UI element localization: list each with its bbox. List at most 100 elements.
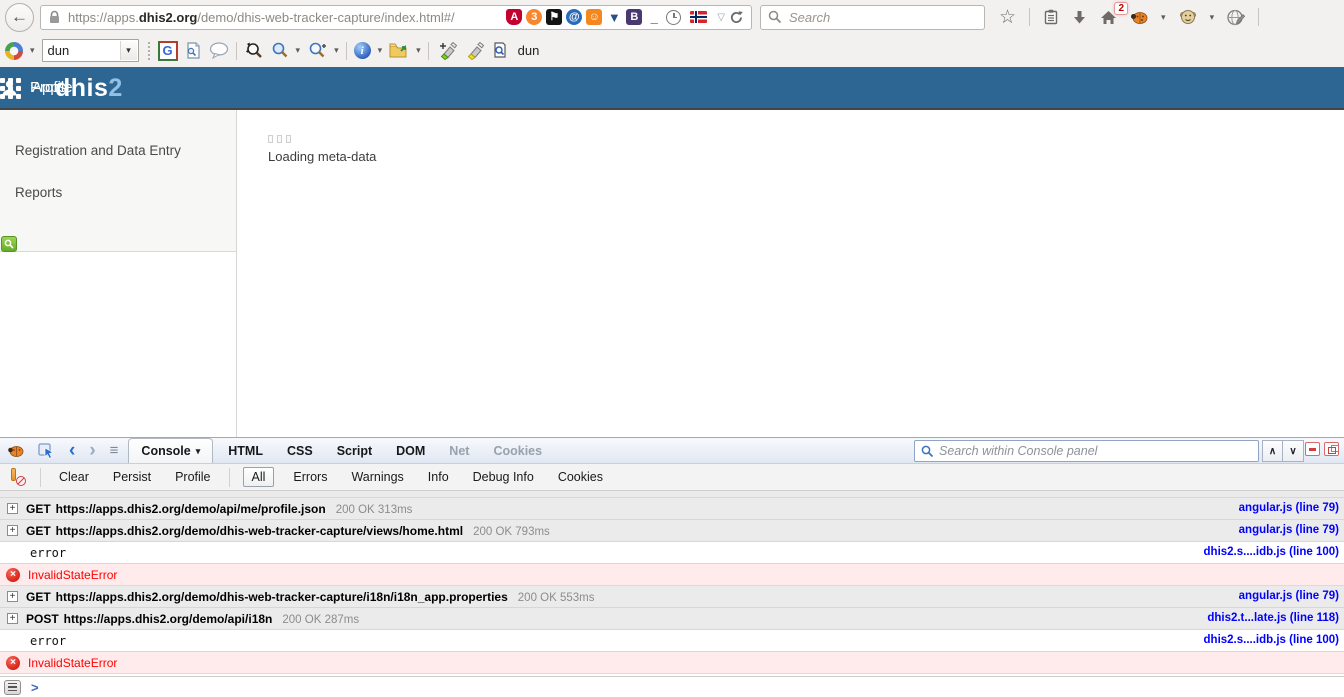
downloads-icon[interactable]	[1072, 10, 1087, 25]
page-search-icon[interactable]	[184, 42, 202, 59]
firebug-tab[interactable]: Console▾	[128, 438, 213, 463]
custom-search-icon[interactable]	[492, 42, 508, 59]
panel-list-icon[interactable]: ≡	[103, 438, 126, 463]
console-action-button[interactable]: Profile	[163, 470, 222, 484]
console-search-input[interactable]	[939, 444, 1252, 458]
firebug-icon[interactable]	[1130, 10, 1148, 24]
google-toolbar-icon[interactable]	[5, 42, 23, 60]
norway-flag-icon[interactable]	[690, 11, 707, 23]
source-link[interactable]: dhis2.s....idb.js (line 100)	[1204, 634, 1339, 646]
search-next-button[interactable]: ∨	[1283, 440, 1304, 462]
expand-icon[interactable]: +	[7, 503, 18, 514]
console-filter-button[interactable]: All	[243, 467, 275, 487]
highlighter-yellow-icon[interactable]	[465, 41, 485, 61]
clock-icon[interactable]	[666, 10, 681, 25]
firebug-tab[interactable]: HTML	[216, 438, 275, 463]
firebug-tab[interactable]: Net	[437, 438, 481, 463]
source-link[interactable]: angular.js (line 79)	[1239, 502, 1339, 514]
console-filter-button[interactable]: Errors	[281, 470, 339, 484]
break-on-errors-icon[interactable]	[8, 468, 26, 486]
console-filter-button[interactable]: Debug Info	[461, 470, 546, 484]
command-editor-icon[interactable]	[4, 680, 21, 695]
firebug-tab[interactable]: Cookies	[481, 438, 554, 463]
minimize-firebug-button[interactable]	[1305, 442, 1320, 456]
folder-arrow-icon[interactable]	[389, 42, 409, 59]
search-input[interactable]	[789, 10, 977, 25]
flag-icon[interactable]: ⚑	[546, 9, 562, 25]
find-dropdown-icon[interactable]: ▾	[296, 45, 301, 56]
console-row[interactable]: × InvalidStateError	[0, 564, 1344, 586]
toolbar-search-combo[interactable]: ▾	[42, 39, 139, 62]
bookmark-star-icon[interactable]: ☆	[999, 8, 1016, 27]
zoom-icon[interactable]	[307, 42, 327, 60]
console-search[interactable]	[914, 440, 1259, 462]
source-link[interactable]: angular.js (line 79)	[1239, 524, 1339, 536]
info-icon[interactable]: i	[354, 42, 371, 59]
page-edit-globe-icon[interactable]	[1227, 9, 1245, 26]
info-dropdown-icon[interactable]: ▾	[378, 45, 383, 56]
console-action-button[interactable]: Clear	[47, 470, 101, 484]
console-row[interactable]: error dhis2.s....idb.js (line 100)	[0, 630, 1344, 652]
sidebar-item[interactable]: Registration and Data Entry	[15, 143, 236, 158]
sidebar-item[interactable]: Reports	[15, 185, 236, 200]
console-row[interactable]: + POSThttps://apps.dhis2.org/demo/api/i1…	[0, 608, 1344, 630]
console-row[interactable]: error dhis2.s....idb.js (line 100)	[0, 542, 1344, 564]
inspect-icon[interactable]	[31, 438, 62, 463]
firebug-menu-icon[interactable]	[0, 438, 31, 463]
source-link[interactable]: angular.js (line 79)	[1239, 590, 1339, 602]
back-button[interactable]: ←	[5, 3, 34, 32]
comment-bubble-icon[interactable]	[209, 42, 229, 59]
firebug-tab[interactable]: Script	[325, 438, 384, 463]
combo-dropdown-icon[interactable]: ▾	[120, 41, 137, 60]
jquery-icon[interactable]: @	[566, 9, 582, 25]
bootstrap-icon[interactable]: B	[626, 9, 642, 25]
console-filter-button[interactable]: Cookies	[546, 470, 615, 484]
find-icon[interactable]	[271, 42, 289, 60]
firebug-dropdown-icon[interactable]: ▾	[1161, 12, 1166, 23]
console-action-button[interactable]: Persist	[101, 470, 163, 484]
menu-button[interactable]	[1272, 10, 1292, 25]
bookmarks-menu-icon[interactable]	[1043, 9, 1059, 25]
home-button[interactable]: 2	[1100, 10, 1117, 25]
quick-search-button[interactable]	[1, 236, 17, 252]
expand-icon[interactable]: +	[7, 525, 18, 536]
history-forward-icon[interactable]: ›	[82, 438, 102, 463]
expand-icon[interactable]: +	[7, 591, 18, 602]
firebug-tab[interactable]: DOM	[384, 438, 437, 463]
history-back-icon[interactable]: ‹	[62, 438, 82, 463]
highlight-all-icon[interactable]	[244, 42, 264, 60]
source-link[interactable]: dhis2.t...late.js (line 118)	[1207, 612, 1339, 624]
greasemonkey-icon[interactable]	[1179, 9, 1197, 25]
zoom-dropdown-icon[interactable]: ▾	[334, 45, 339, 56]
firebug-tab[interactable]: CSS	[275, 438, 325, 463]
google-search-icon[interactable]: G	[159, 42, 177, 60]
expand-icon[interactable]: +	[7, 613, 18, 624]
console-filter-button[interactable]: Warnings	[339, 470, 415, 484]
d3-icon[interactable]: 3	[526, 9, 542, 25]
console-filter-button[interactable]: Info	[416, 470, 461, 484]
console-row[interactable]: + GEThttps://apps.dhis2.org/demo/api/me/…	[0, 498, 1344, 520]
greasemonkey-dropdown-icon[interactable]: ▾	[1210, 12, 1215, 23]
toolbar-search-input[interactable]	[48, 43, 120, 58]
reload-icon[interactable]	[729, 10, 744, 25]
console-row[interactable]: × InvalidStateError	[0, 652, 1344, 674]
search-prev-button[interactable]: ∧	[1262, 440, 1283, 462]
chrome-buttons: ☆ 2 ▾ ▾	[999, 8, 1292, 27]
console-row[interactable]: + GEThttps://apps.dhis2.org/demo/dhis-we…	[0, 520, 1344, 542]
underscore-icon[interactable]: _	[646, 9, 662, 25]
error-text: InvalidStateError	[28, 568, 117, 582]
detach-firebug-button[interactable]	[1324, 442, 1339, 456]
command-input[interactable]	[45, 680, 1344, 694]
smiley-icon[interactable]: ☺	[586, 9, 602, 25]
urlbar-dropdown-icon[interactable]: ▽	[717, 12, 725, 23]
browser-search[interactable]	[760, 5, 985, 30]
highlighter-green-icon[interactable]	[436, 41, 458, 61]
console-row[interactable]: + GEThttps://apps.dhis2.org/demo/dhis-we…	[0, 586, 1344, 608]
toolbar-dropdown-icon[interactable]: ▾	[30, 45, 35, 56]
angular-icon[interactable]: A	[506, 9, 522, 25]
source-link[interactable]: dhis2.s....idb.js (line 100)	[1204, 546, 1339, 558]
url-bar[interactable]: https://apps.dhis2.org/demo/dhis-web-tra…	[40, 5, 752, 30]
profile-menu-button[interactable]: Profile	[0, 67, 73, 108]
filter-icon[interactable]: ▼	[606, 9, 622, 25]
folder-dropdown-icon[interactable]: ▾	[416, 45, 421, 56]
